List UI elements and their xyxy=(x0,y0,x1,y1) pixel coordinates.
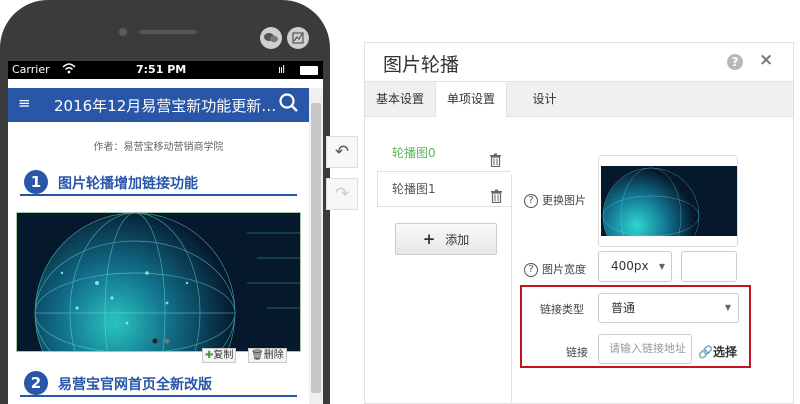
image-preview[interactable] xyxy=(598,155,738,247)
choose-label: 选择 xyxy=(712,345,737,359)
carousel-item-0[interactable]: 轮播图0 xyxy=(377,135,511,171)
panel-title: 图片轮播 xyxy=(383,54,460,76)
settings-panel: 图片轮播 ? × 基本设置 单项设置 设计 轮播图0 轮播图1 + 添加 ? 更… xyxy=(364,42,794,404)
section-number: 2 xyxy=(24,371,48,395)
screen-root: Carrier 7:51 PM ııl ≡ 2016年12月易营宝新功能更新… … xyxy=(0,0,800,404)
menu-icon[interactable]: ≡ xyxy=(18,94,31,112)
trash-icon[interactable] xyxy=(490,182,503,204)
carousel-banner[interactable] xyxy=(16,212,301,352)
redo-icon: ↷ xyxy=(334,184,350,204)
section-heading-2: 2 易营宝官网首页全新改版 xyxy=(20,371,297,397)
change-image-text: 更换图片 xyxy=(542,194,586,207)
plus-icon: + xyxy=(422,230,436,248)
carousel-item-1[interactable]: 轮播图1 xyxy=(377,171,511,207)
chat-icon[interactable] xyxy=(260,27,282,49)
redo-button[interactable]: ↷ xyxy=(326,178,358,210)
scrollbar-thumb[interactable] xyxy=(311,103,321,393)
chevron-down-icon: ▼ xyxy=(658,262,665,271)
section-title: 图片轮播增加链接功能 xyxy=(58,176,198,192)
trash-icon: 🗑 xyxy=(251,350,264,361)
section-title: 易营宝官网首页全新改版 xyxy=(58,377,212,393)
add-label: 添加 xyxy=(445,233,470,247)
carousel-item-label: 轮播图1 xyxy=(392,182,436,196)
scrollbar[interactable] xyxy=(309,88,323,404)
link-type-label: 链接类型 xyxy=(540,303,584,316)
link-label: 链接 xyxy=(566,346,588,359)
help-icon[interactable]: ? xyxy=(727,54,743,70)
copy-button[interactable]: ✚复制 xyxy=(202,348,237,363)
link-url-input[interactable]: 请输入链接地址 xyxy=(598,334,692,364)
article-title: 2016年12月易营宝新功能更新… xyxy=(54,97,277,115)
signal-icon: ııl xyxy=(278,63,285,76)
add-carousel-button[interactable]: + 添加 xyxy=(395,223,497,255)
width-custom-input[interactable] xyxy=(681,251,737,282)
phone-screen: Carrier 7:51 PM ııl ≡ 2016年12月易营宝新功能更新… … xyxy=(8,61,323,404)
trash-icon[interactable] xyxy=(489,146,502,168)
tab-item-settings[interactable]: 单项设置 xyxy=(435,82,507,118)
link-settings-highlight: 链接类型 普通 ▼ 链接 请输入链接地址 🔗选择 xyxy=(520,285,751,368)
width-value: 400px xyxy=(611,259,649,273)
close-icon[interactable]: × xyxy=(759,50,773,70)
section-heading-1: 1 图片轮播增加链接功能 xyxy=(20,170,297,196)
choose-link-button[interactable]: 🔗选择 xyxy=(698,343,737,360)
section-number: 1 xyxy=(24,170,48,194)
carousel-item-list: 轮播图0 轮播图1 xyxy=(377,135,511,207)
tab-basic-settings[interactable]: 基本设置 xyxy=(365,82,435,117)
image-width-text: 图片宽度 xyxy=(542,263,586,276)
phone-frame: Carrier 7:51 PM ııl ≡ 2016年12月易营宝新功能更新… … xyxy=(0,0,330,404)
tab-design[interactable]: 设计 xyxy=(517,82,572,117)
article-author: 作者：易营宝移动营销商学院 xyxy=(93,142,224,153)
camera-dot xyxy=(119,28,127,36)
carrier-label: Carrier xyxy=(12,63,50,76)
carousel-dot[interactable] xyxy=(152,338,158,344)
link-icon: 🔗 xyxy=(698,345,713,359)
speaker-slot xyxy=(139,30,197,34)
status-time: 7:51 PM xyxy=(136,63,187,76)
chevron-down-icon: ▼ xyxy=(724,303,731,312)
copy-label: 复制 xyxy=(213,350,234,361)
status-bar: Carrier 7:51 PM ııl xyxy=(8,61,323,79)
delete-button[interactable]: 🗑删除 xyxy=(248,348,287,363)
tab-bar: 基本设置 单项设置 设计 xyxy=(365,81,793,118)
change-image-label: ? 更换图片 xyxy=(524,192,586,208)
link-placeholder: 请输入链接地址 xyxy=(609,342,686,355)
search-icon[interactable] xyxy=(278,91,300,115)
delete-label: 删除 xyxy=(263,350,284,361)
image-width-select[interactable]: 400px ▼ xyxy=(598,251,672,282)
battery-icon xyxy=(300,66,318,75)
panel-header: 图片轮播 ? × xyxy=(365,43,793,81)
undo-button[interactable]: ↶ xyxy=(326,136,358,168)
link-type-select[interactable]: 普通 ▼ xyxy=(598,293,739,323)
wifi-icon xyxy=(62,61,76,81)
app-header: ≡ 2016年12月易营宝新功能更新… xyxy=(8,88,309,122)
carousel-item-label: 轮播图0 xyxy=(392,146,436,160)
help-icon[interactable]: ? xyxy=(524,263,538,277)
image-width-label: ? 图片宽度 xyxy=(524,261,586,277)
help-icon[interactable]: ? xyxy=(524,194,538,208)
chart-icon[interactable] xyxy=(287,27,309,49)
carousel-dot[interactable] xyxy=(164,338,170,344)
image-thumbnail xyxy=(601,166,737,236)
link-type-value: 普通 xyxy=(611,301,636,315)
undo-icon: ↶ xyxy=(334,142,350,162)
divider xyxy=(511,174,512,402)
